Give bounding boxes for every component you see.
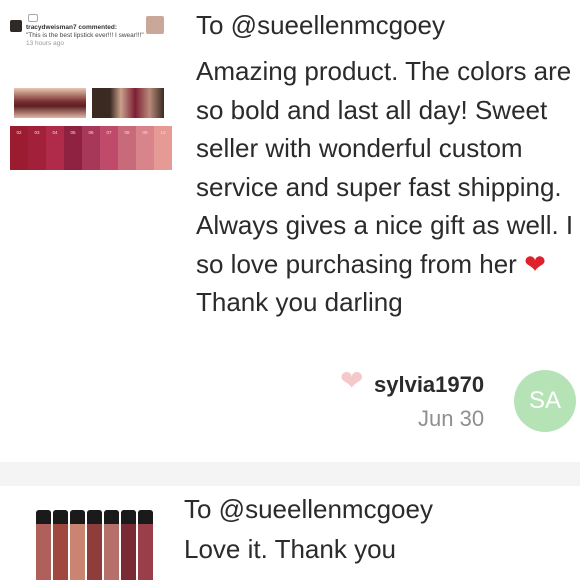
- lipstick-tube: [104, 510, 119, 580]
- review-recipient: To @sueellenmcgoey: [184, 494, 433, 524]
- swatch: 04: [46, 126, 64, 170]
- review-recipient: To @sueellenmcgoey: [196, 10, 445, 40]
- commenter-avatar: [10, 20, 22, 32]
- review-photo-thumbnail[interactable]: [26, 500, 156, 580]
- swatch: 03: [28, 126, 46, 170]
- lipstick-tube: [53, 510, 68, 580]
- review-message: Love it. Thank you: [184, 534, 396, 564]
- color-swatches: 02 03 04 05 06 07 08 09 10: [10, 126, 172, 170]
- reviews-screen: tracydweisman7 commented: "This is the b…: [0, 0, 580, 580]
- review-card: tracydweisman7 commented: "This is the b…: [0, 0, 580, 462]
- lips-photo: [14, 88, 86, 118]
- lipstick-tube: [36, 510, 51, 580]
- lipstick-tube: [121, 510, 136, 580]
- model-photo: [92, 88, 164, 118]
- swatch: 09: [136, 126, 154, 170]
- review-message-closing: Thank you darling: [196, 287, 403, 317]
- photo-comment-text: tracydweisman7 commented: "This is the b…: [26, 24, 144, 48]
- lipstick-tube: [70, 510, 85, 580]
- swatch: 10: [154, 126, 172, 170]
- review-message: Amazing product. The colors are so bold …: [196, 52, 576, 322]
- reviewer-avatar[interactable]: SA: [514, 370, 576, 432]
- swatch: 06: [82, 126, 100, 170]
- review-message-text: Amazing product. The colors are so bold …: [196, 56, 574, 279]
- lipstick-tube: [138, 510, 153, 580]
- red-heart-emoji: ❤: [524, 248, 546, 279]
- swatch: 07: [100, 126, 118, 170]
- photo-comment: "This is the best lipstick ever!!! I swe…: [26, 32, 144, 39]
- swatch: 08: [118, 126, 136, 170]
- swatch: 02: [10, 126, 28, 170]
- lipstick-tube: [87, 510, 102, 580]
- heart-icon[interactable]: ❤: [340, 366, 363, 396]
- review-photo-thumbnail[interactable]: tracydweisman7 commented: "This is the b…: [6, 10, 174, 170]
- photo-time-ago: 13 hours ago: [26, 40, 64, 47]
- swatch: 05: [64, 126, 82, 170]
- reviewer-username[interactable]: sylvia1970: [374, 372, 484, 398]
- review-card: To @sueellenmcgoey Love it. Thank you: [0, 486, 580, 580]
- comment-bubble-icon: [28, 14, 38, 22]
- product-avatar: [146, 16, 164, 34]
- photo-commenter: tracydweisman7 commented:: [26, 24, 118, 31]
- review-date: Jun 30: [418, 406, 485, 431]
